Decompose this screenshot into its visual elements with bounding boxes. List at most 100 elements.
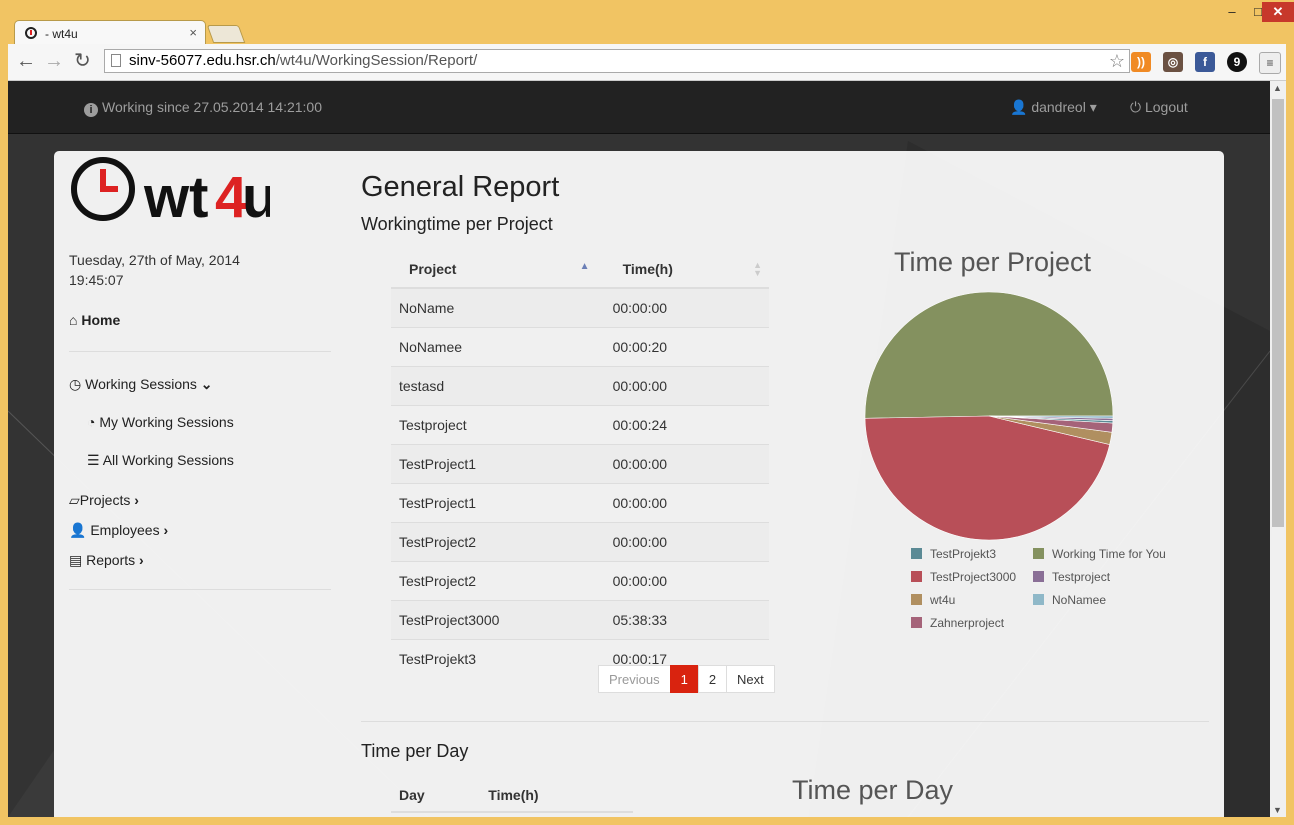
user-dropdown[interactable]: 👤 dandreol ▾ [1010,99,1097,116]
working-since-status: i Working since 27.05.2014 14:21:00 [84,99,322,117]
facebook-icon[interactable]: f [1195,52,1215,72]
cell-time: 00:00:00 [604,561,769,601]
column-header-day-time[interactable]: Time(h) [480,779,633,813]
sidebar-home-label: Home [81,312,121,328]
legend-item: Working Time for You [1033,547,1166,561]
browser-tab[interactable]: - wt4u × [14,20,206,47]
bookmark-star-icon[interactable]: ☆ [1109,50,1125,72]
legend-label: NoNamee [1052,593,1107,607]
cell-project: TestProject3000 [391,600,605,640]
pager-page-2[interactable]: 2 [697,665,728,693]
wt4u-logo: wt 4 u [71,157,270,225]
scroll-up-icon[interactable]: ▲ [1273,83,1282,93]
cell-project: testasd [391,366,605,406]
back-arrow-icon[interactable]: ← [16,50,36,72]
cell-project: Testproject [391,405,605,445]
table-row: TestProject1 00:00:00 [391,444,769,484]
table-row: TestProject2 00:00:00 [391,561,769,601]
tab-title: - wt4u [45,27,78,41]
new-tab-button[interactable] [206,25,246,43]
legend-label: Zahnerproject [930,616,1005,630]
cell-project: TestProject1 [391,483,605,523]
sidebar-item-my-working-sessions[interactable]: ◔ My Working Sessions [87,414,234,430]
table-row: NoName 00:00:00 [391,287,769,328]
caret-down-icon: ▾ [1089,99,1097,115]
document-icon: ▤ [69,552,83,568]
column-header-day[interactable]: Day [391,779,481,813]
legend-swatch [911,548,922,559]
chevron-down-icon: ⌄ [200,376,213,392]
minimize-button[interactable]: – [1220,2,1244,22]
title-bar: - wt4u × – □ ✕ [0,0,1294,47]
day-chart-title: Time per Day [792,775,954,805]
column-header-time[interactable]: Time(h) ▲ ▼ [604,251,769,289]
clock-icon: ◷ [69,376,82,392]
project-table: Project ▲ Time(h) ▲ ▼ NoName 00:00:00 NoNamee… [391,251,769,678]
sidebar-item-all-working-sessions[interactable]: ☰ All Working Sessions [87,452,234,469]
column-header-time-label: Time(h) [622,261,673,277]
table-row: Testproject 00:00:24 [391,405,769,445]
person-icon: 👤 [69,522,87,538]
section-title-project: Workingtime per Project [361,214,553,234]
scroll-down-icon[interactable]: ▼ [1273,805,1282,815]
pie-slice-working-time-for-you[interactable] [864,291,1114,419]
current-time: 19:45:07 [69,272,124,288]
sidebar-employees-label: Employees [90,522,160,538]
legend-label: wt4u [930,593,956,607]
reload-icon[interactable]: ↻ [74,50,91,72]
logout-link[interactable]: ⏻ Logout [1130,99,1188,116]
legend-item: NoNamee [1033,593,1106,607]
chevron-right-icon: › [134,492,139,508]
sidebar-my-working-sessions-label: My Working Sessions [99,414,234,430]
sidebar-item-reports[interactable]: ▤ Reports › [69,552,144,569]
cell-project: NoNamee [391,327,605,367]
sort-both-icon: ▲ ▼ [753,260,762,278]
info-icon: i [84,103,98,117]
legend-swatch [911,617,922,628]
chevron-right-icon: › [139,552,144,568]
pager-previous[interactable]: Previous [598,665,671,693]
legend-item: Testproject [1033,570,1110,584]
time-per-project-pie-chart [864,291,1114,541]
pager-page-1[interactable]: 1 [669,665,699,693]
cell-project: TestProject2 [391,561,605,601]
cell-time: 00:00:00 [604,522,769,562]
folder-open-icon: ▱ [69,492,80,508]
sidebar-working-sessions-label: Working Sessions [85,376,197,392]
tab-close-icon[interactable]: × [189,25,197,40]
stopwatch-icon: ◔ [87,414,96,430]
sidebar-divider [69,589,331,590]
menu-icon[interactable]: ≡ [1259,52,1281,74]
legend-item: TestProject3000 [911,570,1016,584]
column-header-project[interactable]: Project ▲ [391,251,605,289]
page-scrollbar[interactable]: ▲ ▼ [1270,81,1286,817]
pager-next[interactable]: Next [726,665,775,693]
top-navbar: i Working since 27.05.2014 14:21:00 👤 dan… [8,81,1270,134]
close-window-button[interactable]: ✕ [1262,2,1294,22]
table-row: testasd 00:00:00 [391,366,769,406]
cell-time: 00:00:00 [604,483,769,523]
legend-swatch [1033,594,1044,605]
page-title: General Report [361,171,560,203]
cell-time: 00:00:24 [604,405,769,445]
sidebar-item-employees[interactable]: 👤 Employees › [69,522,168,539]
cell-project: NoName [391,287,605,328]
url-host: sinv-56077.edu.hsr.ch [129,52,276,69]
page-icon [111,54,121,67]
nine-icon[interactable]: 9 [1227,52,1247,72]
home-icon: ⌂ [69,312,78,328]
rss-icon[interactable]: )) [1131,52,1151,72]
pagination: Previous 1 2 Next [598,665,775,693]
sidebar-item-home[interactable]: ⌂ Home [69,312,120,328]
forward-arrow-icon[interactable]: → [44,50,64,72]
address-bar[interactable]: sinv-56077.edu.hsr.ch/wt4u/WorkingSessio… [104,49,1130,73]
clock-favicon-icon [25,27,37,39]
instagram-icon[interactable]: ◎ [1163,52,1183,72]
current-datetime: Tuesday, 27th of May, 2014 19:45:07 [69,250,240,290]
sidebar-item-working-sessions[interactable]: ◷ Working Sessions ⌄ [69,376,213,393]
legend-label: Testproject [1052,570,1111,584]
cell-time: 00:00:00 [604,287,769,328]
scrollbar-thumb[interactable] [1272,99,1284,527]
sidebar-item-projects[interactable]: ▱Projects › [69,492,139,509]
table-row: TestProject1 00:00:00 [391,483,769,523]
